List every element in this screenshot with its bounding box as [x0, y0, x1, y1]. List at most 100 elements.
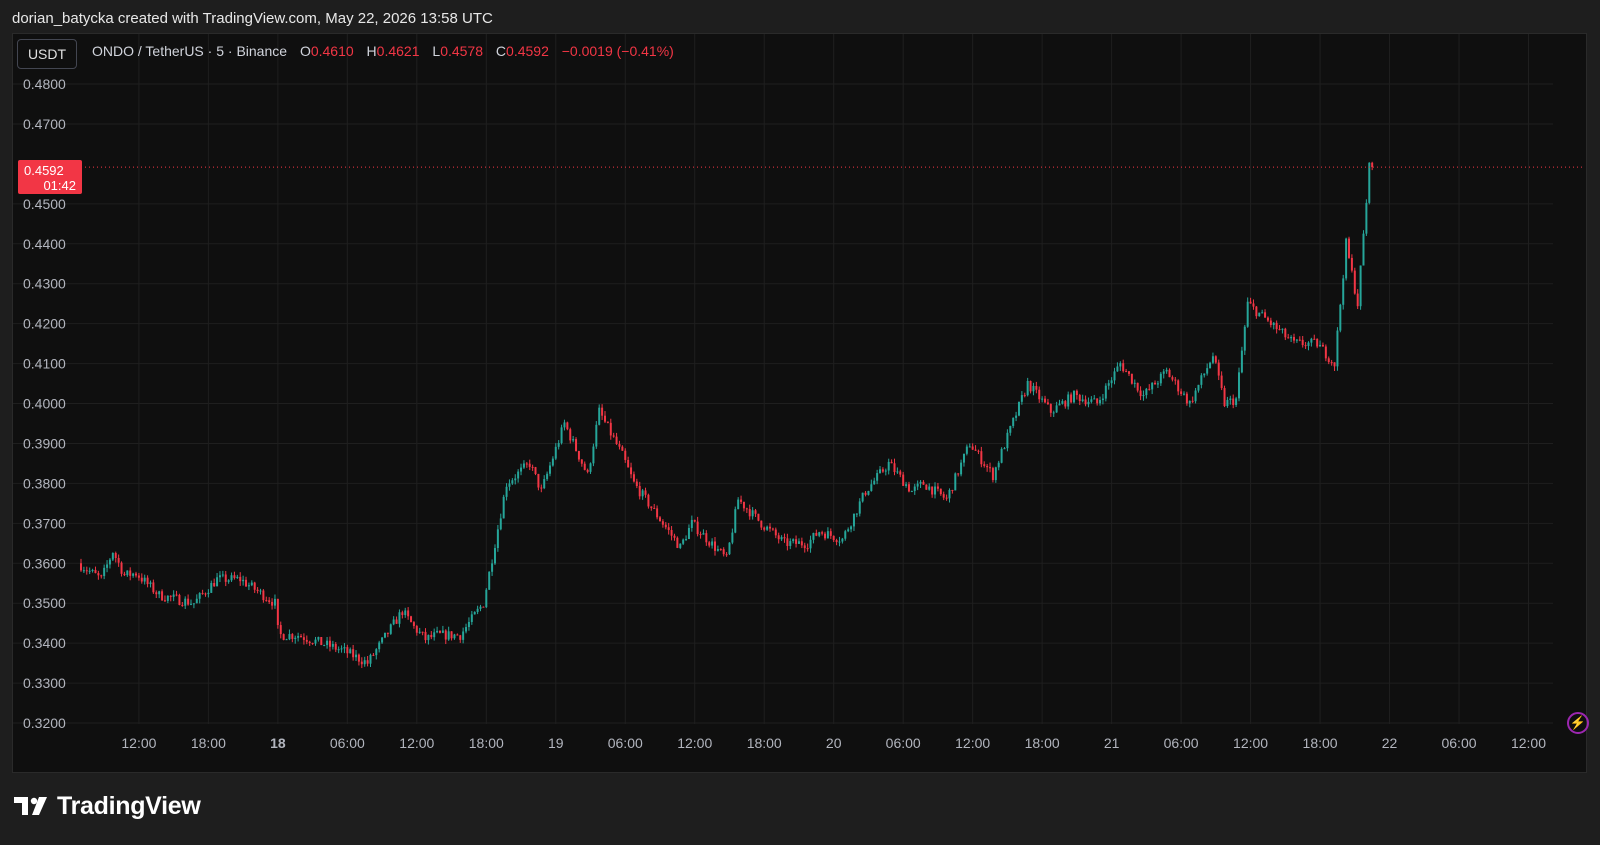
- low-value: 0.4578: [440, 43, 484, 59]
- price-chart[interactable]: 0.3200 0.3300 0.3400 0.3500 0.3600 0.3700 0.38…: [13, 34, 1586, 772]
- candle-body: [546, 473, 549, 480]
- candle-body: [352, 649, 355, 658]
- candle-body: [606, 421, 609, 423]
- candle-body: [580, 459, 583, 464]
- candle-body: [951, 490, 954, 492]
- candle-body: [873, 480, 876, 485]
- candle-body: [540, 487, 543, 489]
- change-value: −0.0019 (−0.41%): [561, 43, 674, 59]
- chart-grid: [13, 34, 1553, 724]
- candle-body: [436, 630, 439, 633]
- candle-body: [870, 484, 873, 491]
- candle-body: [427, 634, 430, 641]
- candle-body: [647, 494, 650, 507]
- brand-name: TradingView: [57, 791, 201, 820]
- candle-body: [508, 483, 511, 487]
- candle-body: [803, 545, 806, 549]
- y-tick-label: 0.3700: [23, 515, 66, 531]
- candle-body: [954, 473, 957, 491]
- symbol-title[interactable]: ONDO / TetherUS · 5 · Binance: [92, 43, 287, 59]
- candle-body: [1148, 388, 1151, 390]
- candle-body: [355, 654, 358, 658]
- lightning-icon[interactable]: ⚡: [1567, 712, 1589, 734]
- candle-body: [551, 458, 554, 466]
- candle-body: [1171, 377, 1174, 380]
- candle-body: [682, 539, 685, 544]
- candle-body: [311, 643, 314, 645]
- candle-body: [126, 570, 129, 576]
- candle-body: [1084, 399, 1087, 405]
- candle-body: [181, 604, 184, 606]
- x-tick-label: 22: [1382, 735, 1398, 751]
- candle-body: [1191, 400, 1194, 402]
- candle-body: [1058, 403, 1061, 406]
- candle-body: [1044, 398, 1047, 403]
- candle-body: [603, 415, 606, 422]
- candle-body: [288, 634, 291, 640]
- candle-body: [1240, 350, 1243, 373]
- candle-body: [1180, 391, 1183, 394]
- chart-panel[interactable]: 0.3200 0.3300 0.3400 0.3500 0.3600 0.3700 0.38…: [12, 33, 1589, 773]
- candle-body: [239, 576, 242, 582]
- candle-body: [357, 654, 360, 662]
- candle-body: [1006, 432, 1009, 449]
- candle-body: [314, 639, 317, 644]
- footer: TradingView: [14, 790, 201, 822]
- candle-body: [499, 518, 502, 530]
- candle-body: [809, 539, 812, 549]
- candle-body: [887, 461, 890, 471]
- x-tick-label: 06:00: [886, 735, 921, 751]
- candle-body: [1339, 304, 1342, 331]
- candle-body: [190, 603, 193, 605]
- candle-body: [566, 422, 569, 430]
- candle-body: [1229, 398, 1232, 400]
- candle-body: [488, 571, 491, 590]
- candle-body: [517, 471, 520, 479]
- candle-body: [184, 598, 187, 606]
- candle-body: [1162, 371, 1165, 374]
- y-tick-label: 0.3500: [23, 595, 66, 611]
- candle-body: [224, 574, 227, 582]
- currency-button[interactable]: USDT: [17, 39, 77, 69]
- candle-body: [1127, 371, 1130, 374]
- candle-body: [983, 464, 986, 466]
- candle-body: [1246, 301, 1249, 327]
- candle-body: [670, 530, 673, 536]
- candle-body: [1159, 373, 1162, 384]
- candle-body: [132, 573, 135, 576]
- candle-body: [1136, 382, 1139, 391]
- candle-body: [1235, 398, 1238, 405]
- candle-body: [852, 513, 855, 527]
- candle-body: [1061, 401, 1064, 404]
- candle-body: [401, 612, 404, 616]
- candle-body: [638, 486, 641, 497]
- candle-body: [1182, 393, 1185, 395]
- candle-body: [230, 575, 233, 581]
- candle-body: [1295, 339, 1298, 341]
- candle-body: [1142, 395, 1145, 397]
- candle-body: [1353, 270, 1356, 294]
- candle-body: [934, 486, 937, 495]
- candle-body: [569, 429, 572, 441]
- candle-body: [438, 630, 441, 633]
- candle-body: [702, 533, 705, 535]
- candle-body: [1139, 390, 1142, 397]
- candle-body: [531, 466, 534, 468]
- candle-body: [699, 534, 702, 536]
- close-value: 0.4592: [506, 43, 549, 59]
- time-axis[interactable]: 12:00 18:00 18 06:00 12:00 18:00 19 06:00 12:00 1…: [121, 735, 1546, 751]
- candle-body: [1223, 388, 1226, 407]
- candle-body: [259, 590, 262, 592]
- candle-body: [991, 468, 994, 481]
- candle-body: [905, 484, 908, 486]
- candle-body: [152, 582, 155, 593]
- candle-body: [1119, 363, 1122, 367]
- candle-body: [719, 549, 722, 551]
- candle-body: [412, 622, 415, 626]
- candle-body: [473, 612, 476, 615]
- candle-body: [795, 539, 798, 544]
- candle-body: [971, 446, 974, 450]
- candle-body: [1293, 337, 1296, 341]
- candle-body: [1194, 390, 1197, 402]
- candle-body: [815, 532, 818, 536]
